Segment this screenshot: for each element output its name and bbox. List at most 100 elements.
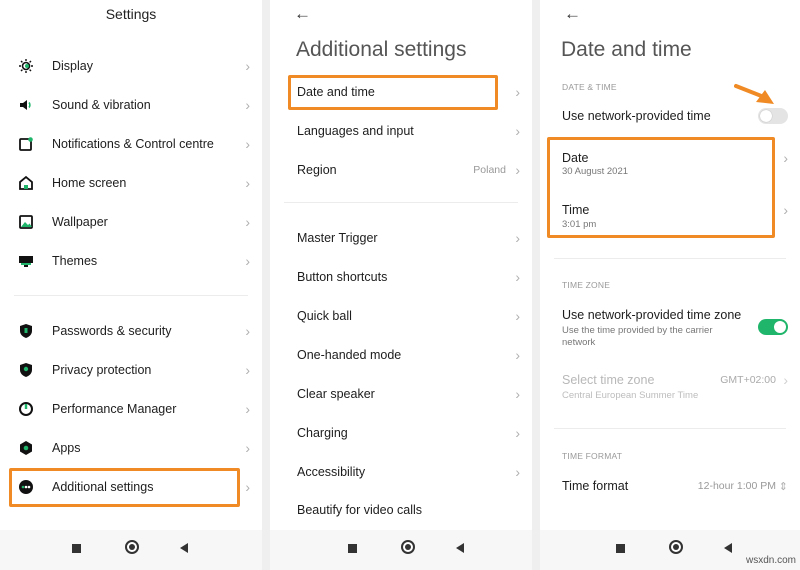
settings-item-privacy[interactable]: Privacy protection ›	[0, 356, 262, 384]
additional-item-one-handed[interactable]: One-handed mode ›	[270, 341, 532, 369]
additional-item-label: Quick ball	[297, 309, 352, 323]
section-divider	[554, 428, 786, 429]
notifications-icon	[18, 136, 34, 152]
settings-screen: Settings Display › Sound & vibration › N…	[0, 0, 262, 570]
time-format-value: 12-hour 1:00 PM	[697, 480, 776, 492]
back-button[interactable]	[456, 543, 464, 553]
highlight-box	[9, 468, 240, 507]
network-tz-toggle[interactable]	[758, 319, 788, 335]
shield-icon	[18, 323, 34, 339]
additional-item-region[interactable]: Region Poland ›	[270, 156, 532, 184]
additional-item-master-trigger[interactable]: Master Trigger ›	[270, 224, 532, 252]
chevron-right-icon: ›	[515, 308, 520, 324]
chevron-right-icon: ›	[515, 425, 520, 441]
settings-item-apps[interactable]: Apps ›	[0, 434, 262, 462]
additional-item-button-shortcuts[interactable]: Button shortcuts ›	[270, 263, 532, 291]
network-tz-label: Use network-provided time zone	[562, 308, 742, 322]
chevron-right-icon: ›	[515, 386, 520, 402]
recents-button[interactable]	[616, 544, 625, 553]
additional-item-beautify[interactable]: Beautify for video calls	[270, 496, 532, 524]
chevron-right-icon: ›	[245, 253, 250, 269]
privacy-icon	[18, 362, 34, 378]
back-arrow-icon[interactable]: ←	[294, 4, 311, 24]
display-icon	[18, 58, 34, 74]
chevron-right-icon: ›	[515, 347, 520, 363]
home-button[interactable]	[669, 540, 683, 554]
chevron-right-icon: ›	[783, 150, 788, 166]
additional-item-accessibility[interactable]: Accessibility ›	[270, 458, 532, 486]
settings-item-display[interactable]: Display ›	[0, 52, 262, 80]
pointer-arrow-icon	[734, 84, 774, 104]
chevron-right-icon: ›	[515, 269, 520, 285]
settings-item-label: Passwords & security	[52, 324, 172, 338]
settings-item-themes[interactable]: Themes ›	[0, 247, 262, 275]
navigation-bar	[270, 530, 532, 570]
additional-item-label: Master Trigger	[297, 231, 378, 245]
additional-item-label: Accessibility	[297, 465, 366, 479]
home-button[interactable]	[125, 540, 139, 554]
settings-item-wallpaper[interactable]: Wallpaper ›	[0, 208, 262, 236]
back-arrow-icon[interactable]: ←	[564, 4, 581, 24]
settings-item-passwords-security[interactable]: Passwords & security ›	[0, 317, 262, 345]
apps-icon	[18, 440, 34, 456]
chevron-right-icon: ›	[245, 175, 250, 191]
settings-item-home-screen[interactable]: Home screen ›	[0, 169, 262, 197]
additional-item-quick-ball[interactable]: Quick ball ›	[270, 302, 532, 330]
settings-item-label: Home screen	[52, 176, 127, 190]
chevron-right-icon: ›	[783, 202, 788, 218]
toggle-knob	[760, 110, 772, 122]
select-tz-description: Central European Summer Time	[562, 390, 699, 401]
chevron-right-icon: ›	[245, 214, 250, 230]
home-button[interactable]	[401, 540, 415, 554]
highlight-box	[288, 75, 498, 110]
panel-divider	[262, 0, 270, 570]
settings-item-label: Themes	[52, 254, 98, 268]
additional-item-label: Region	[297, 163, 337, 177]
chevron-right-icon: ›	[515, 84, 520, 100]
additional-item-label: Languages and input	[297, 124, 414, 138]
section-header-time-zone: TIME ZONE	[562, 280, 611, 290]
additional-item-languages[interactable]: Languages and input ›	[270, 117, 532, 145]
section-divider	[284, 202, 518, 203]
recents-button[interactable]	[72, 544, 81, 553]
network-time-toggle[interactable]	[758, 108, 788, 124]
chevron-right-icon: ›	[245, 440, 250, 456]
additional-item-clear-speaker[interactable]: Clear speaker ›	[270, 380, 532, 408]
settings-item-label: Wallpaper	[52, 215, 108, 229]
settings-item-notifications[interactable]: Notifications & Control centre ›	[0, 130, 262, 158]
chevron-right-icon: ›	[245, 97, 250, 113]
additional-settings-screen: ← Additional settings Date and time › La…	[270, 0, 532, 570]
settings-item-label: Performance Manager	[52, 402, 177, 416]
additional-item-label: Button shortcuts	[297, 270, 388, 284]
time-format-row[interactable]: Time format 12-hour 1:00 PM ⇕	[540, 472, 800, 500]
home-icon	[18, 175, 34, 191]
back-button[interactable]	[724, 543, 732, 553]
settings-item-label: Display	[52, 59, 93, 73]
settings-item-performance[interactable]: Performance Manager ›	[0, 395, 262, 423]
chevron-right-icon: ›	[245, 401, 250, 417]
time-format-label: Time format	[562, 479, 629, 493]
themes-icon	[18, 253, 34, 269]
additional-item-charging[interactable]: Charging ›	[270, 419, 532, 447]
chevron-right-icon: ›	[245, 479, 250, 495]
settings-item-sound[interactable]: Sound & vibration ›	[0, 91, 262, 119]
additional-item-label: Beautify for video calls	[297, 503, 423, 517]
settings-item-label: Sound & vibration	[52, 98, 151, 112]
watermark: wsxdn.com	[745, 555, 796, 566]
settings-item-label: Apps	[52, 441, 81, 455]
additional-item-label: Clear speaker	[297, 387, 375, 401]
back-button[interactable]	[180, 543, 188, 553]
chevron-right-icon: ›	[515, 230, 520, 246]
chevron-right-icon: ›	[515, 464, 520, 480]
toggle-knob	[774, 321, 786, 333]
network-time-label: Use network-provided time	[562, 109, 711, 123]
section-header-time-format: TIME FORMAT	[562, 451, 623, 461]
page-title: Settings	[105, 6, 157, 22]
chevron-up-down-icon: ⇕	[778, 480, 788, 493]
network-tz-description: Use the time provided by the carrier net…	[562, 325, 713, 348]
highlight-box	[547, 137, 775, 238]
chevron-right-icon: ›	[245, 323, 250, 339]
recents-button[interactable]	[348, 544, 357, 553]
sound-icon	[18, 97, 34, 113]
wallpaper-icon	[18, 214, 34, 230]
